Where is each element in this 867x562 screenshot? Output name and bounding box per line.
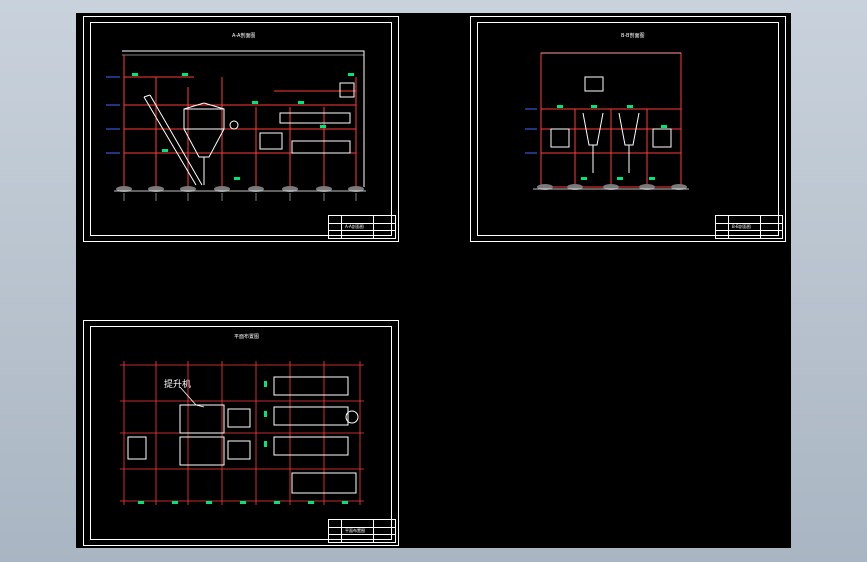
cad-viewport[interactable]: A-A剖面图 A-A剖面图 B-B剖面图 B-B剖面图 平面布置图 提升机 平面… — [76, 13, 791, 548]
title-block: 平面布置图 — [328, 519, 396, 543]
dimension-markers — [138, 381, 348, 504]
column-grid — [120, 361, 364, 505]
mixer-units — [127, 404, 251, 466]
elevation-marks — [525, 108, 537, 154]
axis-markers — [123, 193, 357, 201]
title-block: A-A剖面图 — [328, 215, 396, 239]
title-block-name: A-A剖面图 — [345, 224, 364, 229]
callout-leader — [179, 386, 205, 408]
title-block: B-B剖面图 — [715, 215, 783, 239]
title-block-name: B-B剖面图 — [732, 224, 751, 229]
plan-drawing — [120, 361, 364, 505]
elevation-b-drawing — [525, 52, 689, 190]
structure-frame — [540, 52, 682, 188]
elevation-a-drawing — [106, 50, 366, 201]
mixing-silo — [183, 102, 225, 185]
title-block-name: 平面布置图 — [345, 528, 365, 533]
drawing-sheet-elevation-a[interactable]: A-A剖面图 A-A剖面图 — [83, 16, 399, 242]
conveyor-line — [229, 82, 355, 154]
dimension-markers — [557, 105, 667, 180]
drying-lines — [273, 376, 359, 494]
dimension-markers — [132, 73, 354, 180]
elevation-marks — [106, 76, 120, 154]
drawing-sheet-plan[interactable]: 平面布置图 提升机 平面布置图 — [83, 320, 399, 546]
structure-floors — [124, 76, 356, 154]
drawing-sheet-elevation-b[interactable]: B-B剖面图 B-B剖面图 — [470, 16, 786, 242]
